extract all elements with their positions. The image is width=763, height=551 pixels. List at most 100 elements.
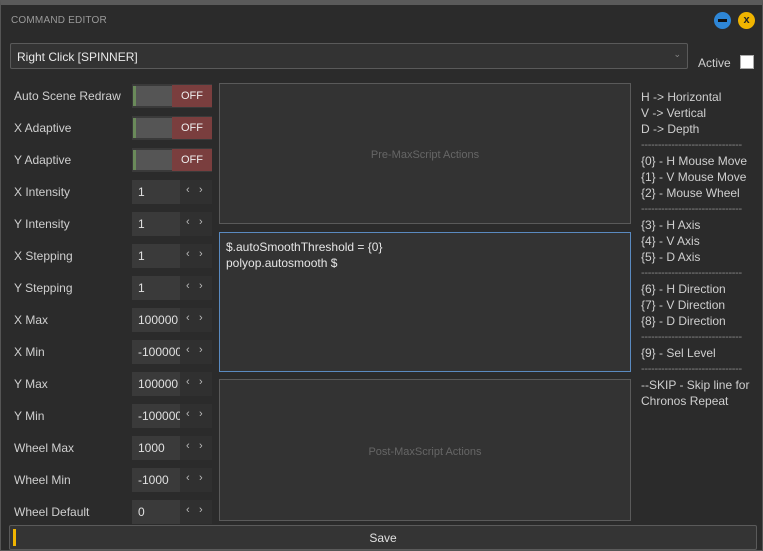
x-intensity-spinner: 1 ‹ › — [132, 180, 212, 204]
wheel-max-spinner: 1000 ‹ › — [132, 436, 212, 460]
wheel-default-label: Wheel Default — [14, 505, 90, 519]
toggle-knob — [133, 150, 172, 170]
help-line: --SKIP - Skip line for — [641, 378, 750, 392]
pre-maxscript-placeholder: Pre-MaxScript Actions — [370, 149, 480, 161]
y-intensity-spinner: 1 ‹ › — [132, 212, 212, 236]
spinner-arrows: ‹ › — [180, 340, 212, 364]
increment-icon[interactable]: › — [199, 472, 203, 484]
save-label: Save — [369, 531, 397, 545]
help-line: {1} - V Mouse Move — [641, 170, 747, 184]
window-title: COMMAND EDITOR — [11, 15, 107, 26]
chevron-down-icon: ⌄ — [673, 49, 681, 59]
decrement-icon[interactable]: ‹ — [186, 376, 190, 388]
maxscript-code: $.autoSmoothThreshold = {0} polyop.autos… — [226, 240, 383, 270]
y-min-input[interactable]: -100000 — [138, 409, 180, 423]
wheel-max-label: Wheel Max — [14, 441, 75, 455]
command-select[interactable]: Right Click [SPINNER] ⌄ — [10, 43, 688, 69]
y-max-input[interactable]: 100000 — [138, 377, 180, 391]
wheel-min-input[interactable]: -1000 — [138, 473, 180, 487]
toggle-state: OFF — [172, 117, 212, 139]
post-maxscript-editor[interactable]: Post-MaxScript Actions — [219, 379, 631, 521]
wheel-min-spinner: -1000 ‹ › — [132, 468, 212, 492]
auto-scene-redraw-toggle[interactable]: OFF — [132, 84, 212, 108]
x-adaptive-toggle[interactable]: OFF — [132, 116, 212, 140]
spinner-arrows: ‹ › — [180, 180, 212, 204]
y-stepping-input[interactable]: 1 — [138, 281, 180, 295]
y-intensity-label: Y Intensity — [14, 217, 70, 231]
increment-icon[interactable]: › — [199, 440, 203, 452]
close-icon: x — [743, 14, 750, 26]
x-min-label: X Min — [14, 345, 45, 359]
help-separator: ------------------------------ — [641, 363, 742, 375]
help-line: {9} - Sel Level — [641, 346, 716, 360]
x-stepping-spinner: 1 ‹ › — [132, 244, 212, 268]
decrement-icon[interactable]: ‹ — [186, 408, 190, 420]
spinner-arrows: ‹ › — [180, 244, 212, 268]
help-line: {5} - D Axis — [641, 250, 701, 264]
minimize-icon — [718, 19, 727, 22]
active-label: Active — [698, 56, 731, 70]
x-intensity-input[interactable]: 1 — [138, 185, 180, 199]
help-line: {2} - Mouse Wheel — [641, 186, 740, 200]
help-separator: ------------------------------ — [641, 139, 742, 151]
y-max-spinner: 100000 ‹ › — [132, 372, 212, 396]
x-max-input[interactable]: 100000 — [138, 313, 180, 327]
decrement-icon[interactable]: ‹ — [186, 280, 190, 292]
command-select-value: Right Click [SPINNER] — [17, 50, 138, 64]
spinner-arrows: ‹ › — [180, 276, 212, 300]
spinner-arrows: ‹ › — [180, 436, 212, 460]
decrement-icon[interactable]: ‹ — [186, 472, 190, 484]
increment-icon[interactable]: › — [199, 312, 203, 324]
active-checkbox[interactable] — [740, 55, 754, 69]
y-intensity-input[interactable]: 1 — [138, 217, 180, 231]
spinner-arrows: ‹ › — [180, 372, 212, 396]
toggle-knob — [133, 86, 172, 106]
increment-icon[interactable]: › — [199, 376, 203, 388]
spinner-arrows: ‹ › — [180, 308, 212, 332]
decrement-icon[interactable]: ‹ — [186, 344, 190, 356]
x-stepping-label: X Stepping — [14, 249, 73, 263]
decrement-icon[interactable]: ‹ — [186, 248, 190, 260]
x-stepping-input[interactable]: 1 — [138, 249, 180, 263]
save-button[interactable]: Save — [9, 525, 757, 550]
increment-icon[interactable]: › — [199, 280, 203, 292]
increment-icon[interactable]: › — [199, 408, 203, 420]
wheel-max-input[interactable]: 1000 — [138, 441, 180, 455]
decrement-icon[interactable]: ‹ — [186, 184, 190, 196]
spinner-arrows: ‹ › — [180, 500, 212, 524]
x-min-input[interactable]: -100000 — [138, 345, 180, 359]
spinner-arrows: ‹ › — [180, 468, 212, 492]
help-line: H -> Horizontal — [641, 90, 722, 104]
wheel-default-input[interactable]: 0 — [138, 505, 180, 519]
y-adaptive-toggle[interactable]: OFF — [132, 148, 212, 172]
help-line: {3} - H Axis — [641, 218, 701, 232]
x-max-spinner: 100000 ‹ › — [132, 308, 212, 332]
help-separator: ------------------------------ — [641, 203, 742, 215]
close-button[interactable]: x — [738, 12, 755, 29]
increment-icon[interactable]: › — [199, 504, 203, 516]
x-adaptive-label: X Adaptive — [14, 121, 72, 135]
toggle-state: OFF — [172, 85, 212, 107]
increment-icon[interactable]: › — [199, 248, 203, 260]
increment-icon[interactable]: › — [199, 216, 203, 228]
help-line: {6} - H Direction — [641, 282, 726, 296]
increment-icon[interactable]: › — [199, 344, 203, 356]
y-adaptive-label: Y Adaptive — [14, 153, 72, 167]
minimize-button[interactable] — [714, 12, 731, 29]
help-line: Chronos Repeat — [641, 394, 729, 408]
y-stepping-spinner: 1 ‹ › — [132, 276, 212, 300]
post-maxscript-placeholder: Post-MaxScript Actions — [368, 446, 482, 458]
decrement-icon[interactable]: ‹ — [186, 504, 190, 516]
decrement-icon[interactable]: ‹ — [186, 312, 190, 324]
help-line: {8} - D Direction — [641, 314, 726, 328]
x-min-spinner: -100000 ‹ › — [132, 340, 212, 364]
help-line: {0} - H Mouse Move — [641, 154, 748, 168]
maxscript-editor[interactable]: $.autoSmoothThreshold = {0} polyop.autos… — [219, 232, 631, 372]
pre-maxscript-editor[interactable]: Pre-MaxScript Actions — [219, 83, 631, 224]
title-bar: COMMAND EDITOR x — [1, 5, 762, 35]
increment-icon[interactable]: › — [199, 184, 203, 196]
y-stepping-label: Y Stepping — [14, 281, 73, 295]
decrement-icon[interactable]: ‹ — [186, 440, 190, 452]
help-line: D -> Depth — [641, 122, 700, 136]
decrement-icon[interactable]: ‹ — [186, 216, 190, 228]
